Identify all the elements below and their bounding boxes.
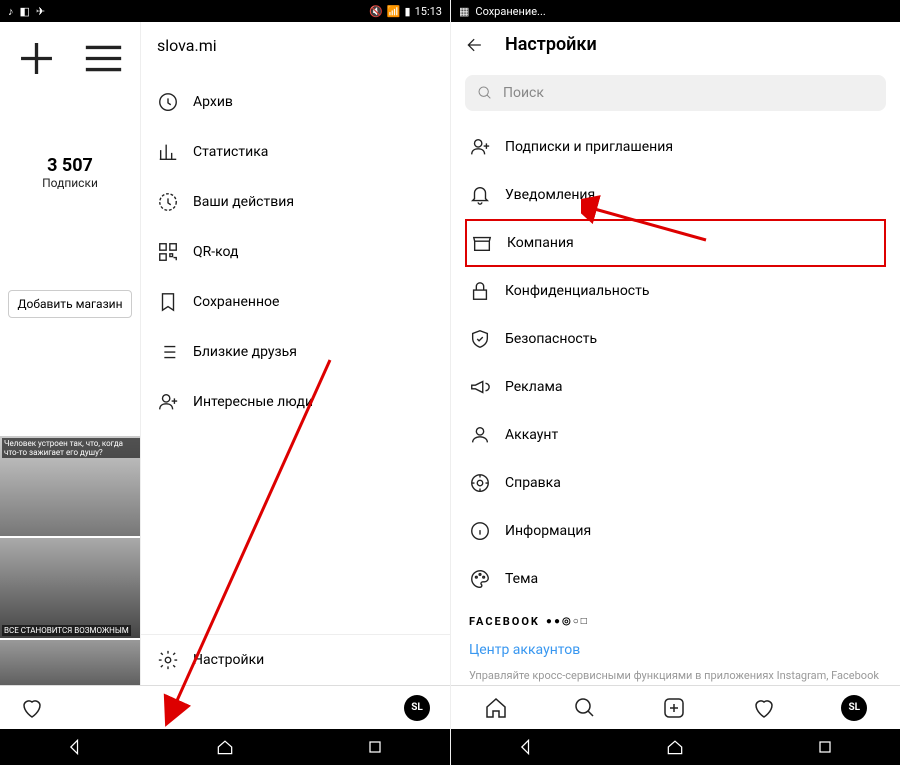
info-icon	[469, 520, 491, 542]
archive-icon	[157, 91, 179, 113]
battery-icon: ▮	[405, 5, 411, 18]
bell-icon	[469, 184, 491, 206]
menu-discover[interactable]: Интересные люди	[141, 377, 450, 427]
search-input[interactable]: Поиск	[465, 75, 886, 111]
nav-home-icon[interactable]	[215, 737, 235, 757]
menu-saved[interactable]: Сохраненное	[141, 277, 450, 327]
status-right-icons: 🔇 📶 ▮ 15:13	[369, 5, 442, 18]
accounts-center-desc: Управляйте кросс-сервисными функциями в …	[451, 668, 900, 685]
hamburger-icon[interactable]	[77, 30, 130, 87]
posts-grid: Человек устроен так, что, когда что-то з…	[0, 436, 140, 685]
phone2-content: Настройки Поиск Подписки и приглашения У…	[451, 22, 900, 685]
create-icon[interactable]	[662, 696, 686, 720]
settings-notifications[interactable]: Уведомления	[451, 171, 900, 219]
settings-about[interactable]: Информация	[451, 507, 900, 555]
tiktok-icon: ♪	[8, 5, 14, 18]
facebook-brand: FACEBOOK ●●◎○□	[469, 615, 882, 628]
lock-icon	[469, 280, 491, 302]
search-icon[interactable]	[573, 696, 597, 720]
avatar[interactable]: SL	[404, 695, 430, 721]
back-icon[interactable]	[465, 35, 485, 55]
gear-icon	[157, 649, 179, 671]
person-icon	[469, 424, 491, 446]
settings-account[interactable]: Аккаунт	[451, 411, 900, 459]
palette-icon	[469, 568, 491, 590]
chart-icon	[157, 141, 179, 163]
help-icon	[469, 472, 491, 494]
add-post-icon[interactable]	[10, 30, 63, 87]
heart-icon[interactable]	[20, 696, 44, 720]
settings-ads[interactable]: Реклама	[451, 363, 900, 411]
settings-privacy[interactable]: Конфиденциальность	[451, 267, 900, 315]
activity-icon	[157, 191, 179, 213]
menu-qrcode[interactable]: QR-код	[141, 227, 450, 277]
settings-theme[interactable]: Тема	[451, 555, 900, 603]
settings-title: Настройки	[505, 34, 597, 55]
drawer-settings[interactable]: Настройки	[141, 634, 450, 685]
android-nav	[451, 729, 900, 765]
heart-icon[interactable]	[752, 696, 776, 720]
drawer-username: slova.mi	[141, 22, 450, 69]
status-bar: ♪ ◧ ✈ 🔇 📶 ▮ 15:13	[0, 0, 450, 22]
post-thumb[interactable]: Человек устроен так, что, когда что-то з…	[0, 436, 140, 536]
nav-back-icon[interactable]	[65, 737, 85, 757]
post-thumb[interactable]: ВСЕ СТАНОВИТСЯ ВОЗМОЖНЫМ	[0, 538, 140, 638]
menu-close-friends[interactable]: Близкие друзья	[141, 327, 450, 377]
side-drawer: slova.mi Архив Статистика Ваши действия	[140, 22, 450, 685]
menu-insights[interactable]: Статистика	[141, 127, 450, 177]
settings-business[interactable]: Компания	[465, 219, 886, 267]
shield-icon	[469, 328, 491, 350]
nav-home-icon[interactable]	[665, 737, 685, 757]
camera-icon: ◧	[20, 5, 30, 18]
app-bottom-nav: SL	[451, 685, 900, 729]
android-nav	[0, 729, 450, 765]
profile-left-strip: 3 507 Подписки Добавить магазин Человек …	[0, 22, 140, 685]
settings-security[interactable]: Безопасность	[451, 315, 900, 363]
profile-bottom-bar: SL	[0, 685, 450, 729]
add-shop-button[interactable]: Добавить магазин	[8, 290, 132, 318]
list-icon	[157, 341, 179, 363]
home-icon[interactable]	[484, 696, 508, 720]
nav-recent-icon[interactable]	[365, 737, 385, 757]
nav-back-icon[interactable]	[516, 737, 536, 757]
store-icon	[471, 232, 493, 254]
bookmark-icon	[157, 291, 179, 313]
phone-left-screen: ♪ ◧ ✈ 🔇 📶 ▮ 15:13 3 507 Подписки До	[0, 0, 450, 765]
followers-count[interactable]: 3 507	[0, 155, 140, 176]
qrcode-icon	[157, 241, 179, 263]
wifi-icon: 📶	[387, 5, 401, 18]
nav-recent-icon[interactable]	[815, 737, 835, 757]
search-placeholder: Поиск	[503, 85, 544, 101]
phone-right-screen: ▦ Сохранение... Настройки Поиск Подписки…	[450, 0, 900, 765]
phone1-content: 3 507 Подписки Добавить магазин Человек …	[0, 22, 450, 685]
settings-follow[interactable]: Подписки и приглашения	[451, 123, 900, 171]
add-person-icon	[469, 136, 491, 158]
saving-text: Сохранение...	[475, 5, 545, 18]
status-left-icons: ♪ ◧ ✈	[8, 5, 45, 18]
status-bar: ▦ Сохранение...	[451, 0, 900, 22]
menu-archive[interactable]: Архив	[141, 77, 450, 127]
avatar[interactable]: SL	[841, 695, 867, 721]
followers-label: Подписки	[0, 176, 140, 190]
add-person-icon	[157, 391, 179, 413]
settings-help[interactable]: Справка	[451, 459, 900, 507]
mute-icon: 🔇	[369, 5, 383, 18]
post-thumb[interactable]: Нашедший себя, теряет зависимость от	[0, 640, 140, 685]
megaphone-icon	[469, 376, 491, 398]
image-icon: ▦	[459, 5, 469, 18]
status-time: 15:13	[415, 5, 442, 18]
search-icon	[477, 85, 493, 101]
menu-activity[interactable]: Ваши действия	[141, 177, 450, 227]
fb-service-icons: ●●◎○□	[546, 616, 589, 627]
accounts-center-link[interactable]: Центр аккаунтов	[451, 632, 900, 668]
telegram-icon: ✈	[36, 5, 45, 18]
